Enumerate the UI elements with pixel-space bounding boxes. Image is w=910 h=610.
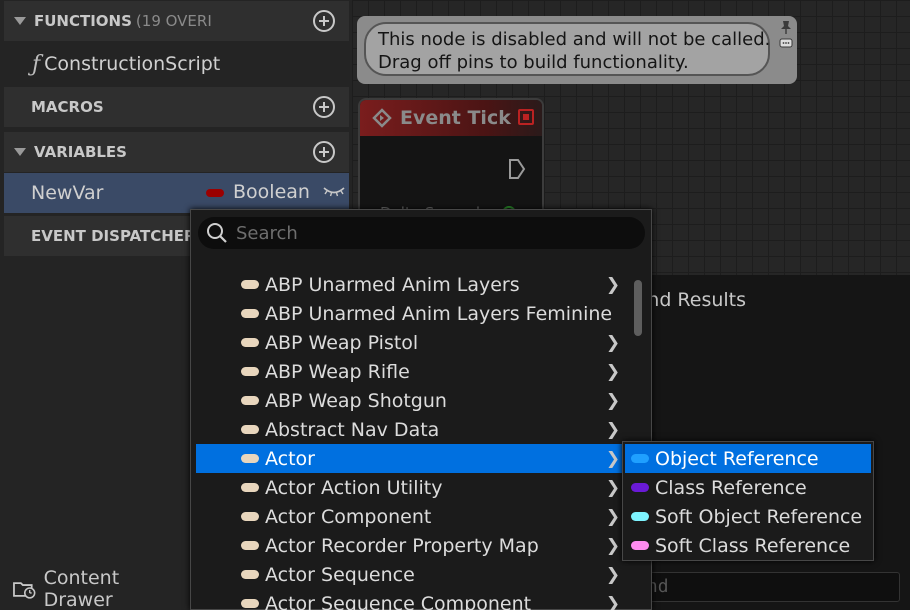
function-icon: ƒ [32,51,41,77]
chevron-right-icon: ❯ [605,361,621,382]
chevron-right-icon: ❯ [605,448,621,469]
eye-closed-icon[interactable] [322,185,346,199]
class-reference-pill [631,483,649,492]
boolean-type-pill [206,189,224,197]
soft-class-reference-pill [631,541,649,550]
functions-section-header[interactable]: FUNCTIONS (19 OVERI [4,1,349,41]
comment-toggle-icon[interactable] [779,38,793,50]
menu-item-soft-class-reference[interactable]: Soft Class Reference [625,531,871,560]
comment-line-1: This node is disabled and will not be ca… [378,29,771,50]
type-item[interactable]: ABP Weap Pistol ❯ [196,328,624,357]
content-drawer-button[interactable]: Content Drawer [0,567,192,610]
menu-item-object-reference[interactable]: Object Reference [625,444,871,473]
disabled-comment-box[interactable]: This node is disabled and will not be ca… [357,16,797,84]
functions-count: (19 OVERI [135,12,212,30]
type-item[interactable]: Actor Sequence Component ❯ [196,589,624,610]
function-item-constructionscript[interactable]: ƒ ConstructionScript [4,44,349,84]
event-diamond-icon [372,108,392,128]
object-type-pill [241,483,259,492]
pin-icon[interactable] [779,20,793,34]
variables-label: VARIABLES [34,143,127,161]
function-name: ConstructionScript [44,53,221,75]
type-item[interactable]: ABP Weap Rifle ❯ [196,357,624,386]
object-type-pill [241,454,259,463]
object-reference-pill [631,454,649,463]
object-type-pill [241,396,259,405]
variable-name: NewVar [31,182,104,204]
type-search-box[interactable] [198,217,645,249]
type-item[interactable]: Actor Sequence ❯ [196,560,624,589]
content-drawer-icon [13,582,36,599]
object-type-pill [241,425,259,434]
comment-line-2: Drag off pins to build functionality. [378,52,689,73]
type-item-selected[interactable]: Actor ❯ [196,444,624,473]
add-function-icon[interactable] [313,10,335,32]
collapse-arrow-icon[interactable] [14,17,26,25]
object-type-pill [241,599,259,608]
macros-label: MACROS [31,98,104,116]
type-list[interactable]: ABP Unarmed Anim Layers ❯ ABP Unarmed An… [196,255,642,610]
chevron-right-icon: ❯ [605,390,621,411]
menu-item-soft-object-reference[interactable]: Soft Object Reference [625,502,871,531]
type-item[interactable]: ABP Unarmed Anim Layers Feminine [196,299,624,328]
add-variable-icon[interactable] [313,141,335,163]
content-drawer-label: Content Drawer [43,567,120,610]
type-item[interactable]: ABP Weap Shotgun ❯ [196,386,624,415]
event-node-title: Event Tick [400,107,511,129]
chevron-right-icon: ❯ [605,477,621,498]
chevron-right-icon: ❯ [605,332,621,353]
type-search-input[interactable] [236,222,616,244]
object-type-pill [241,309,259,318]
event-node-header[interactable]: Event Tick [360,100,542,136]
search-icon [207,223,227,243]
menu-item-class-reference[interactable]: Class Reference [625,473,871,502]
type-item[interactable]: Abstract Nav Data ❯ [196,415,624,444]
type-item[interactable]: Actor Action Utility ❯ [196,473,624,502]
variable-type-picker: ABP Unarmed Anim Layers ❯ ABP Unarmed An… [190,209,652,610]
variable-type[interactable]: Boolean [233,181,310,203]
type-item[interactable]: Actor Recorder Property Map ❯ [196,531,624,560]
variables-section-header[interactable]: VARIABLES [4,132,349,172]
object-type-pill [241,512,259,521]
tab-find-results[interactable]: ind Results [642,289,746,311]
chevron-right-icon: ❯ [605,419,621,440]
object-type-pill [241,338,259,347]
object-type-pill [241,280,259,289]
comment-bubble: This node is disabled and will not be ca… [364,22,770,76]
object-type-pill [241,367,259,376]
macros-section-header[interactable]: MACROS [4,87,349,127]
type-list-scrollbar[interactable] [634,280,642,336]
collapse-arrow-icon[interactable] [14,148,26,156]
chevron-right-icon: ❯ [605,564,621,585]
chevron-right-icon: ❯ [605,593,621,610]
functions-label: FUNCTIONS [34,12,132,30]
variable-item-newvar[interactable]: NewVar Boolean [4,173,349,213]
chevron-right-icon: ❯ [605,274,621,295]
stop-icon [518,109,534,125]
reference-type-submenu: Object Reference Class Reference Soft Ob… [622,441,874,561]
chevron-right-icon: ❯ [605,535,621,556]
soft-object-reference-pill [631,512,649,521]
object-type-pill [241,541,259,550]
exec-output-pin[interactable] [508,158,526,180]
type-item[interactable]: Actor Component ❯ [196,502,624,531]
object-type-pill [241,570,259,579]
chevron-right-icon: ❯ [605,506,621,527]
event-dispatchers-label: EVENT DISPATCHERS [31,227,207,245]
add-macro-icon[interactable] [313,96,335,118]
type-item[interactable]: ABP Unarmed Anim Layers ❯ [196,270,624,299]
